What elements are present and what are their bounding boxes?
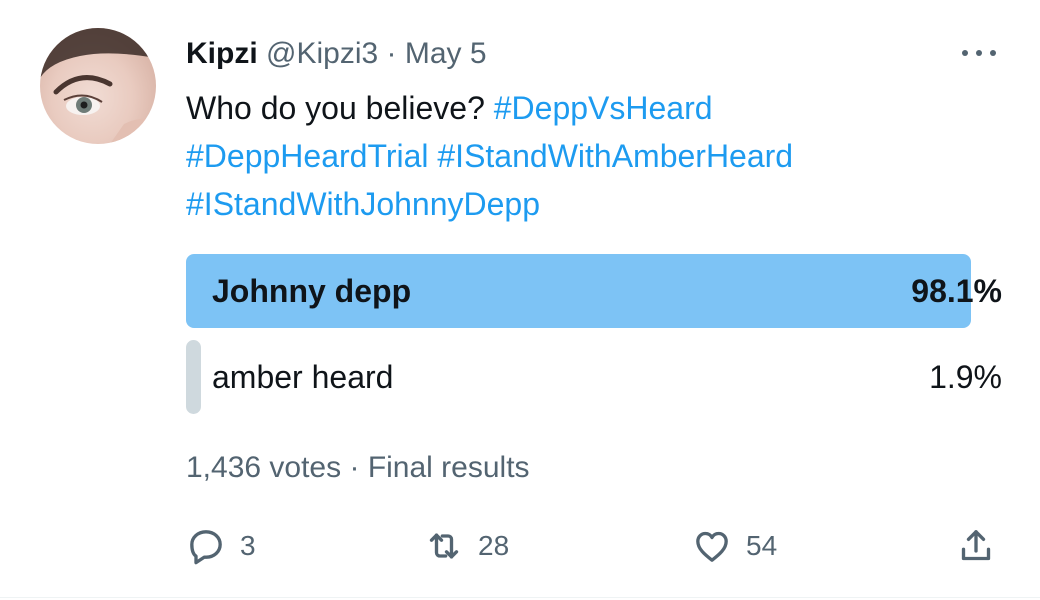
avatar[interactable] — [40, 28, 156, 144]
poll-status: Final results — [367, 451, 530, 484]
poll-option: amber heard 1.9% — [186, 340, 1002, 414]
poll-option-label: amber heard — [212, 359, 394, 395]
like-count: 54 — [746, 530, 778, 561]
share-button[interactable] — [956, 522, 996, 570]
hashtag-depp-heard-trial[interactable]: #DeppHeardTrial — [186, 138, 428, 174]
hashtag-istandwithamberheard[interactable]: #IStandWithAmberHeard — [437, 138, 793, 174]
header-separator: · — [386, 37, 397, 70]
poll-option-percent: 1.9% — [929, 359, 1002, 395]
tweet-body: Who do you believe? — [186, 90, 485, 126]
poll-votes: 1,436 votes — [186, 451, 342, 484]
tweet-date[interactable]: May 5 — [405, 37, 487, 70]
hashtag-istandwithjohnnydepp[interactable]: #IStandWithJohnnyDepp — [186, 186, 540, 222]
author-name[interactable]: Kipzi — [186, 37, 258, 70]
more-dot — [962, 50, 968, 56]
poll-option-label: Johnny depp — [212, 273, 412, 309]
tweet-text: Who do you believe? #DeppVsHeard #DeppHe… — [186, 84, 1006, 228]
divider — [0, 597, 1040, 598]
share-icon — [961, 530, 991, 561]
reply-button[interactable]: 3 — [186, 522, 256, 570]
poll-footer: 1,436 votes · Final results — [186, 446, 530, 490]
reply-count: 3 — [240, 530, 256, 561]
more-dot — [976, 50, 982, 56]
tweet-header: Kipzi @Kipzi3 · May 5 — [186, 34, 487, 74]
poll-option-percent: 98.1% — [911, 273, 1002, 309]
like-icon — [696, 531, 728, 562]
reply-icon — [190, 530, 222, 565]
more-icon[interactable] — [958, 36, 1000, 70]
author-handle[interactable]: @Kipzi3 — [266, 37, 378, 70]
hashtag-depp-vs-heard[interactable]: #DeppVsHeard — [494, 90, 713, 126]
poll-footer-separator: · — [349, 451, 360, 484]
like-button[interactable]: 54 — [692, 522, 777, 570]
retweet-count: 28 — [478, 530, 510, 561]
tweet-card: Kipzi @Kipzi3 · May 5 Who do you believe… — [0, 0, 1040, 600]
poll-bar — [186, 340, 201, 414]
retweet-button[interactable]: 28 — [424, 522, 509, 570]
more-dot — [990, 50, 996, 56]
retweet-icon — [429, 533, 459, 559]
poll-option: Johnny depp 98.1% — [186, 254, 1002, 328]
avatar-image — [40, 28, 156, 144]
